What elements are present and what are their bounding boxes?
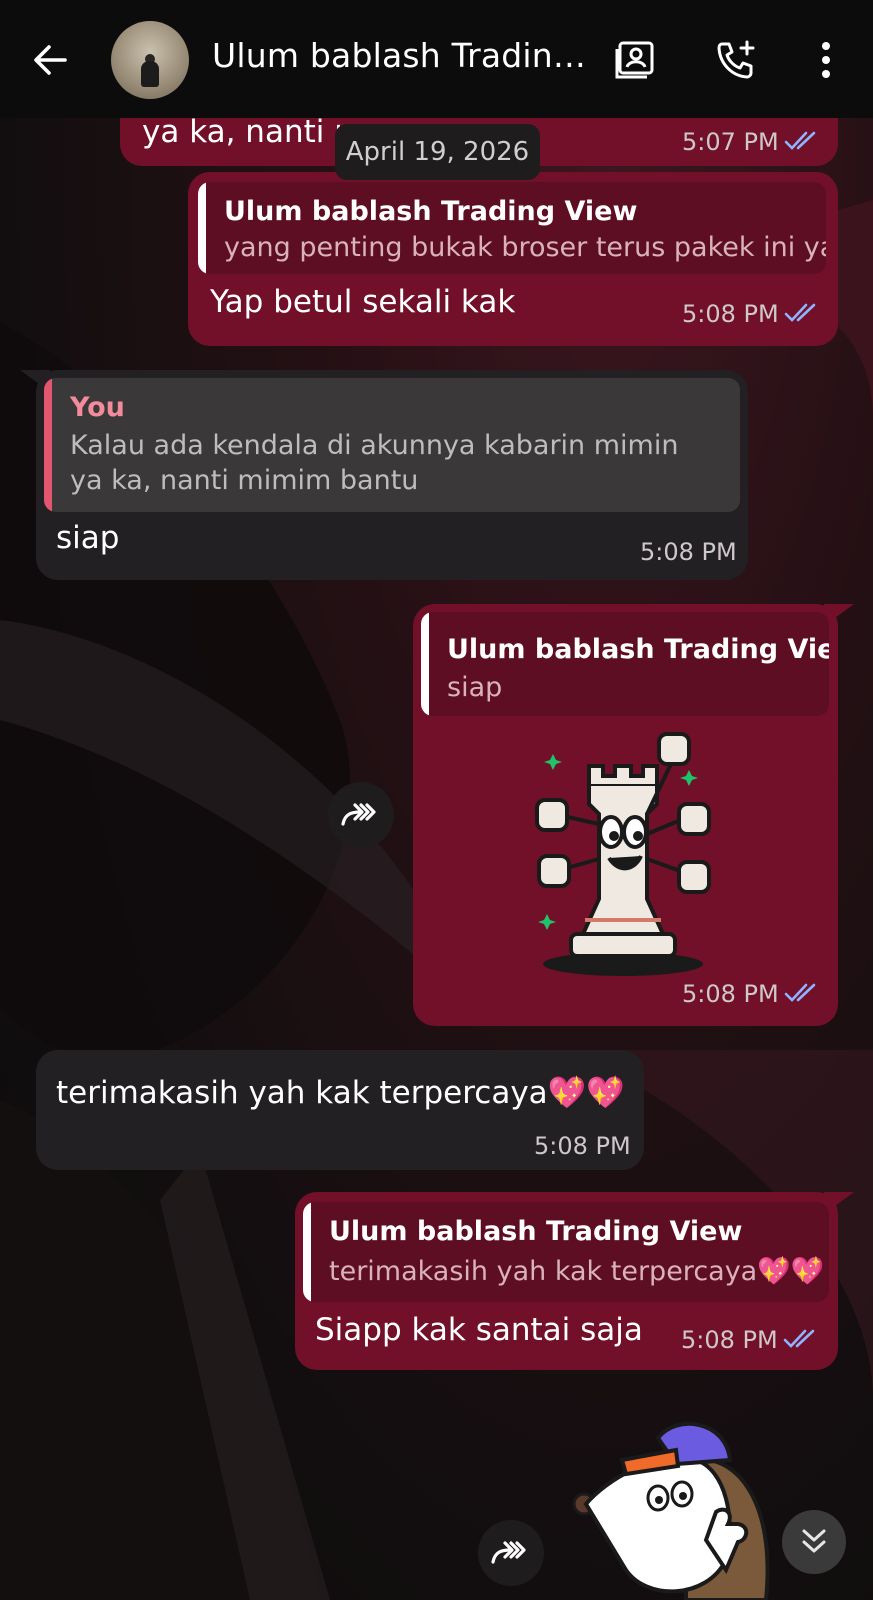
quote-text: terimakasih yah kak terpercaya💖💖 — [329, 1256, 825, 1287]
date-separator: April 19, 2026 — [335, 124, 540, 180]
mouse-cap-sticker[interactable] — [566, 1420, 786, 1600]
more-options-icon[interactable] — [802, 36, 850, 84]
message-text: siap — [56, 520, 120, 556]
contact-avatar[interactable] — [111, 21, 189, 99]
forward-icon — [341, 803, 376, 826]
contact-card-icon[interactable] — [612, 36, 660, 84]
quote-text: siap — [447, 672, 503, 703]
message-time: 5:08 PM — [682, 980, 779, 1008]
quote-sender: Ulum bablash Trading View — [447, 634, 829, 665]
reply-quote[interactable]: You Kalau ada kendala di akunnya kabarin… — [44, 378, 740, 512]
reply-quote[interactable]: Ulum bablash Trading View siap — [421, 612, 829, 716]
reply-quote[interactable]: Ulum bablash Trading View terimakasih ya… — [303, 1202, 829, 1302]
incoming-message[interactable]: You Kalau ada kendala di akunnya kabarin… — [20, 370, 748, 580]
message-text: terimakasih yah kak terpercaya💖💖 — [56, 1075, 625, 1111]
scroll-to-bottom-button[interactable] — [782, 1510, 846, 1574]
message-time: 5:08 PM — [682, 300, 779, 328]
message-time: 5:07 PM — [682, 128, 779, 156]
message-time: 5:08 PM — [640, 538, 737, 566]
quote-text: yang penting bukak broser terus pakek in… — [224, 232, 826, 263]
quote-sender: Ulum bablash Trading View — [329, 1216, 743, 1247]
chat-header: Ulum bablash Tradin… — [0, 0, 873, 118]
forward-icon — [491, 1541, 526, 1564]
quote-text: Kalau ada kendala di akunnya kabarin mim… — [70, 430, 679, 496]
outgoing-message[interactable]: Ulum bablash Trading View yang penting b… — [188, 172, 838, 346]
double-chevron-down-icon — [802, 1529, 826, 1553]
outgoing-message[interactable]: Ulum bablash Trading View terimakasih ya… — [295, 1192, 854, 1370]
incoming-message[interactable]: terimakasih yah kak terpercaya💖💖 5:08 PM — [36, 1050, 644, 1170]
message-time: 5:08 PM — [534, 1132, 631, 1160]
read-ticks-icon — [783, 1329, 815, 1348]
read-ticks-icon — [784, 131, 816, 150]
read-ticks-icon — [784, 983, 816, 1002]
message-text: ya ka, nanti m — [142, 114, 365, 150]
add-call-icon[interactable] — [712, 36, 760, 84]
message-text: Siapp kak santai saja — [315, 1312, 643, 1348]
reply-quote[interactable]: Ulum bablash Trading View yang penting b… — [198, 182, 826, 274]
contact-name[interactable]: Ulum bablash Tradin… — [212, 36, 586, 75]
chess-rook-thumbs-up-sticker[interactable] — [523, 724, 723, 984]
outgoing-message[interactable]: Ulum bablash Trading View siap 5:08 PM — [413, 604, 854, 1026]
read-ticks-icon — [784, 303, 816, 322]
back-arrow-icon[interactable] — [28, 38, 72, 82]
forward-button[interactable] — [328, 782, 394, 848]
message-time: 5:08 PM — [681, 1326, 778, 1354]
message-text: Yap betul sekali kak — [210, 284, 516, 320]
quote-sender: Ulum bablash Trading View — [224, 196, 638, 227]
quote-sender: You — [70, 392, 125, 423]
forward-button[interactable] — [478, 1520, 544, 1586]
